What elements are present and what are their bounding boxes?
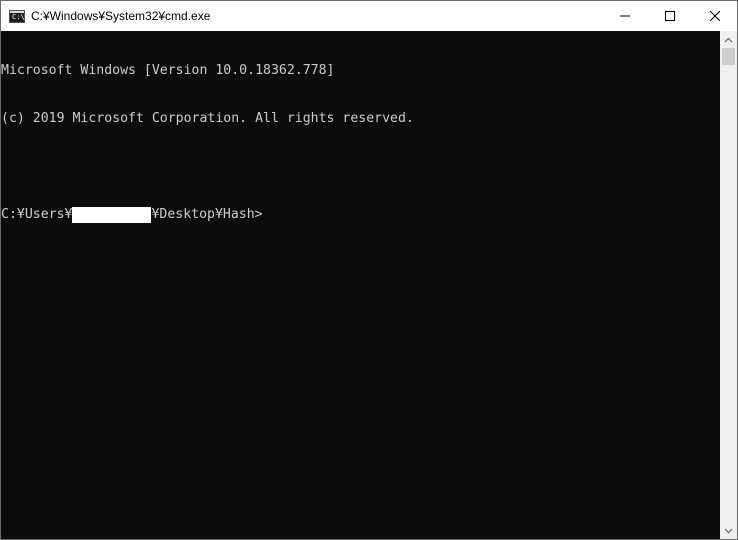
maximize-button[interactable] [647,1,692,31]
close-icon [709,11,720,21]
chevron-down-icon [724,528,733,533]
chevron-up-icon [724,37,733,42]
window-title: C:¥Windows¥System32¥cmd.exe [31,9,211,23]
minimize-button[interactable] [602,1,647,31]
title-bar[interactable]: C:\ C:¥Windows¥System32¥cmd.exe [1,1,737,31]
scroll-down-button[interactable] [720,522,737,539]
vertical-scrollbar[interactable] [720,31,737,539]
copyright-line: (c) 2019 Microsoft Corporation. All righ… [1,111,414,126]
maximize-icon [664,11,675,21]
cmd-icon[interactable]: C:\ [9,9,25,23]
close-button[interactable] [692,1,737,31]
cmd-icon-glyph: C:\ [12,12,25,21]
prompt-suffix: ¥Desktop¥Hash> [151,207,263,222]
scroll-up-button[interactable] [720,31,737,48]
redacted-username [72,207,152,223]
prompt-line: C:¥Users¥ ¥Desktop¥Hash> [1,207,720,223]
prompt-prefix: C:¥Users¥ [1,207,73,222]
cmd-window: C:\ C:¥Windows¥System32¥cmd.exe Microsof… [0,0,738,540]
version-line: Microsoft Windows [Version 10.0.18362.77… [1,63,335,78]
scroll-thumb[interactable] [722,48,735,65]
minimize-icon [619,15,630,17]
console-output[interactable]: Microsoft Windows [Version 10.0.18362.77… [1,31,720,539]
